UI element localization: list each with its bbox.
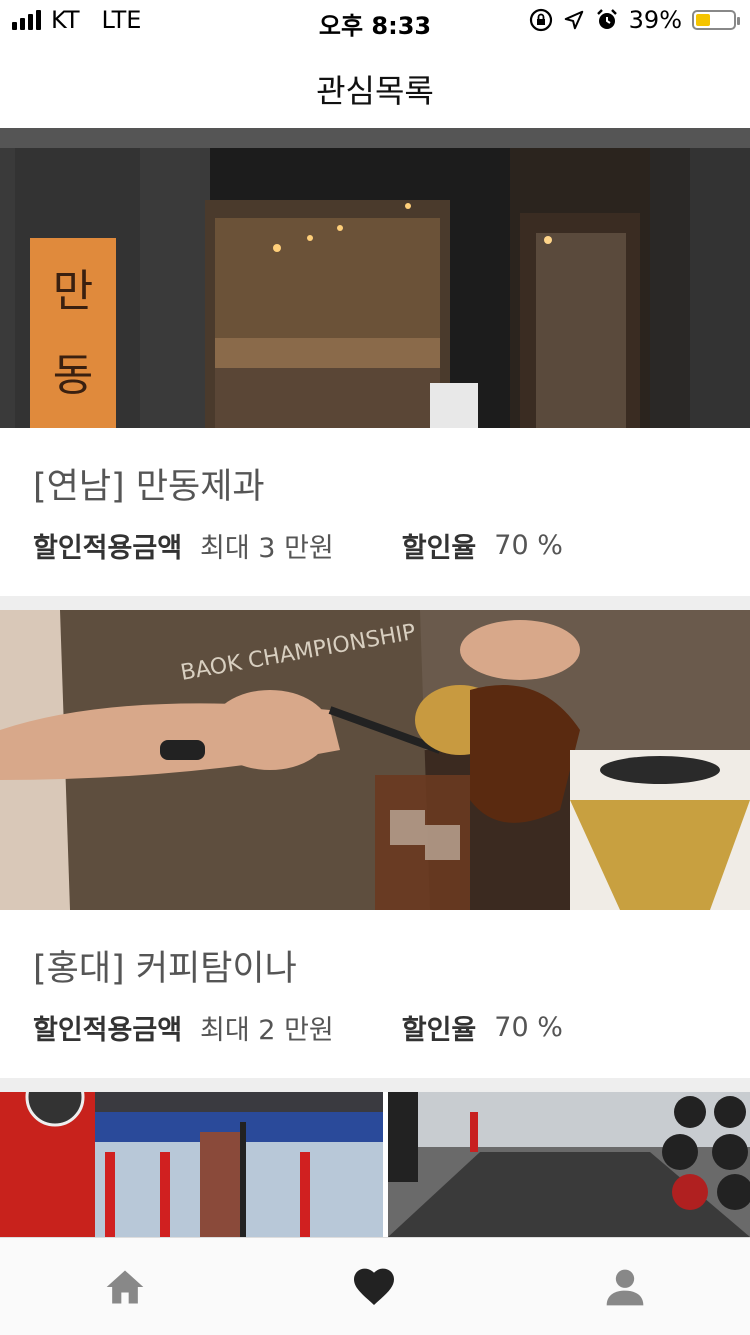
svg-text:동: 동 — [53, 350, 93, 401]
home-icon — [106, 1270, 144, 1304]
discount-amount-value: 최대 2 만원 — [200, 1015, 334, 1046]
status-bar: KT LTE 오후 8:33 39% — [0, 0, 750, 40]
discount-rate-label: 할인율 — [401, 1015, 477, 1046]
card-meta: 할인적용금액 최대 3 만원 할인율 70 % — [33, 526, 563, 565]
divider — [0, 1078, 750, 1092]
discount-amount-label: 할인적용금액 — [33, 1015, 183, 1046]
favorite-card[interactable]: BAOK CHAMPIONSHIP [홍대] 커피탐이나 할인적용금액 최대 2… — [0, 610, 750, 1078]
page-title: 관심목록 — [316, 72, 434, 110]
nav-bar: 관심목록 — [0, 40, 750, 128]
card-image — [0, 1092, 750, 1237]
favorite-card[interactable]: 만 동 [연남] 만동제과 할인적용금액 최대 3 만원 할인율 70 % — [0, 128, 750, 596]
alarm-icon — [596, 9, 617, 29]
heart-icon — [354, 1268, 394, 1305]
card-title: [홍대] 커피탐이나 — [33, 949, 297, 989]
profile-icon — [606, 1269, 644, 1306]
orientation-lock-icon — [529, 8, 552, 32]
discount-rate-label: 할인율 — [401, 533, 477, 564]
tab-home[interactable] — [100, 1262, 150, 1312]
card-image: 만 동 — [0, 128, 750, 428]
discount-rate-value: 70 % — [494, 1012, 563, 1043]
location-arrow-icon — [564, 10, 583, 30]
battery-percent: 39% — [628, 6, 682, 34]
battery-icon — [692, 10, 740, 30]
favorite-card[interactable] — [0, 1092, 750, 1237]
card-title: [연남] 만동제과 — [33, 467, 265, 507]
card-image: BAOK CHAMPIONSHIP — [0, 610, 750, 910]
tab-profile[interactable] — [600, 1262, 650, 1312]
svg-text:만: 만 — [53, 266, 93, 317]
discount-amount-value: 최대 3 만원 — [200, 533, 334, 564]
tab-bar — [0, 1237, 750, 1335]
tab-favorites[interactable] — [349, 1262, 399, 1312]
divider — [0, 596, 750, 610]
card-meta: 할인적용금액 최대 2 만원 할인율 70 % — [33, 1008, 563, 1047]
discount-amount-label: 할인적용금액 — [33, 533, 183, 564]
discount-rate-value: 70 % — [494, 530, 563, 561]
